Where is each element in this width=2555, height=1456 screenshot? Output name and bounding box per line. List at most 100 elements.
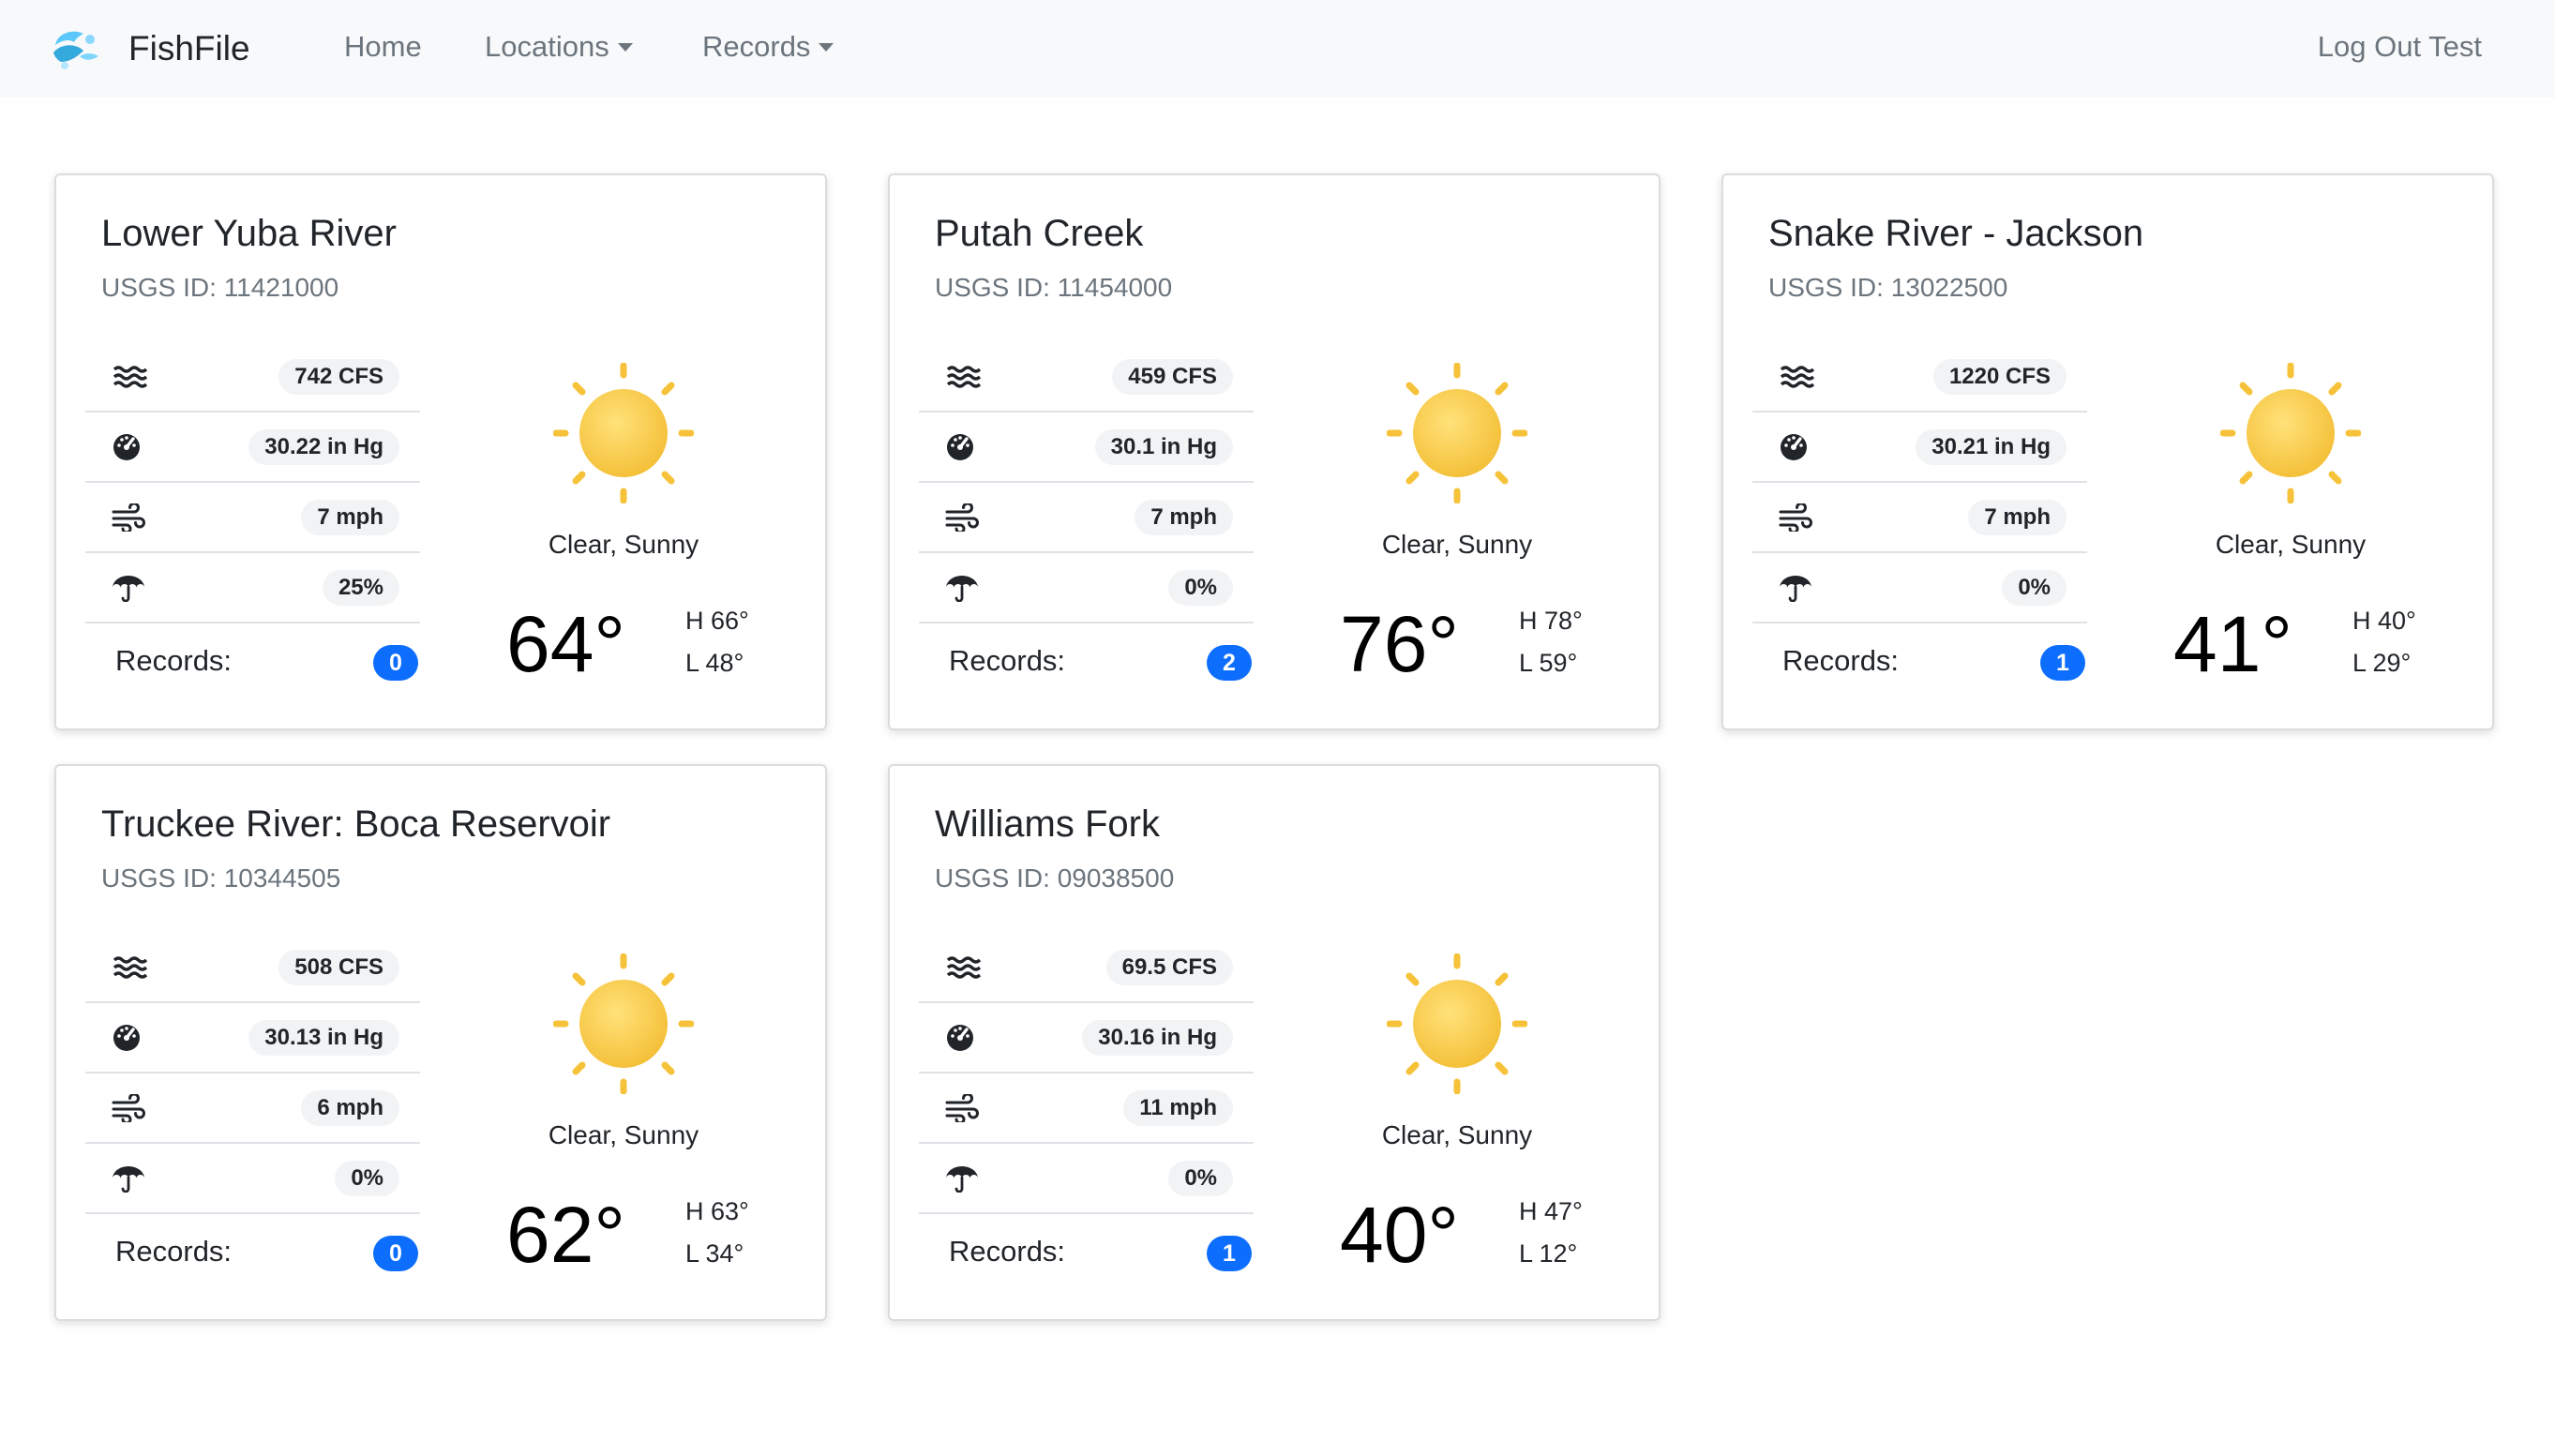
location-card[interactable]: Snake River - Jackson USGS ID: 13022500 …	[1721, 173, 2494, 730]
precip-value: 0%	[1168, 570, 1233, 606]
stat-row-wind: 7 mph	[85, 483, 420, 553]
records-count-badge[interactable]: 1	[1207, 1236, 1252, 1271]
flow-value: 508 CFS	[278, 950, 399, 985]
current-temperature: 64°	[506, 600, 626, 688]
wind-value: 7 mph	[1968, 500, 2067, 535]
stat-row-flow: 459 CFS	[919, 342, 1254, 413]
weather-condition: Clear, Sunny	[1381, 530, 1533, 559]
stat-row-pressure: 30.22 in Hg	[85, 413, 420, 483]
stat-row-precip: 0%	[919, 1144, 1254, 1214]
water-waves-icon	[946, 366, 982, 388]
navbar: FishFile Home Locations Records Log Out …	[0, 0, 2555, 98]
sun-icon	[1387, 363, 1527, 503]
nav-locations-dropdown[interactable]: Locations	[485, 0, 633, 98]
wind-value: 11 mph	[1123, 1090, 1233, 1126]
location-name[interactable]: Truckee River: Boca Reservoir	[101, 803, 610, 846]
usgs-id: USGS ID: 10344505	[101, 863, 341, 893]
stats-list: 69.5 CFS 30.16 in Hg 11 mph 0% Records: …	[919, 933, 1254, 1291]
pressure-value: 30.16 in Hg	[1082, 1020, 1233, 1056]
pressure-value: 30.1 in Hg	[1094, 429, 1233, 465]
stat-row-flow: 1220 CFS	[1752, 342, 2087, 413]
gauge-icon	[947, 434, 973, 460]
records-label: Records:	[949, 1235, 1066, 1268]
location-name[interactable]: Williams Fork	[935, 803, 1160, 846]
stats-list: 459 CFS 30.1 in Hg 7 mph 0% Records: 2	[919, 342, 1254, 700]
low-temperature: L 48°	[685, 649, 744, 677]
precip-value: 0%	[2002, 570, 2067, 606]
low-temperature: L 29°	[2352, 649, 2412, 677]
records-row: Records: 1	[919, 1214, 1254, 1291]
records-label: Records:	[115, 1235, 233, 1268]
wind-value: 7 mph	[1135, 500, 1233, 535]
stats-list: 1220 CFS 30.21 in Hg 7 mph 0% Records: 1	[1752, 342, 2087, 700]
brand-title[interactable]: FishFile	[128, 0, 250, 98]
pressure-value: 30.21 in Hg	[1916, 429, 2067, 465]
usgs-id: USGS ID: 11421000	[101, 273, 339, 302]
umbrella-icon	[946, 576, 978, 602]
nav-locations-label: Locations	[485, 30, 609, 63]
location-name[interactable]: Lower Yuba River	[101, 213, 397, 255]
precip-value: 0%	[1168, 1161, 1233, 1196]
water-waves-icon	[113, 366, 148, 388]
logout-link[interactable]: Log Out Test	[2318, 0, 2482, 98]
nav-records-dropdown[interactable]: Records	[702, 0, 834, 98]
records-label: Records:	[949, 644, 1066, 677]
gauge-icon	[947, 1025, 973, 1051]
location-name[interactable]: Snake River - Jackson	[1768, 213, 2143, 255]
usgs-id: USGS ID: 09038500	[935, 863, 1175, 893]
caret-down-icon	[617, 43, 633, 52]
nav-home[interactable]: Home	[344, 0, 422, 98]
current-temperature: 40°	[1340, 1191, 1460, 1279]
stat-row-flow: 742 CFS	[85, 342, 420, 413]
records-row: Records: 2	[919, 623, 1254, 700]
pressure-value: 30.22 in Hg	[248, 429, 399, 465]
stat-row-flow: 69.5 CFS	[919, 933, 1254, 1003]
location-card[interactable]: Lower Yuba River USGS ID: 11421000 742 C…	[54, 173, 827, 730]
high-temperature: H 66°	[685, 607, 749, 635]
fish-logo-icon[interactable]	[52, 24, 100, 73]
records-label: Records:	[115, 644, 233, 677]
nav-records-label: Records	[702, 30, 811, 63]
umbrella-icon	[946, 1166, 978, 1193]
gauge-icon	[113, 1025, 140, 1051]
records-count-badge[interactable]: 0	[373, 1236, 418, 1271]
sun-icon	[553, 953, 694, 1094]
wind-icon	[1779, 503, 1812, 532]
umbrella-icon	[1780, 576, 1811, 602]
records-row: Records: 0	[85, 1214, 420, 1291]
stats-list: 508 CFS 30.13 in Hg 6 mph 0% Records: 0	[85, 933, 420, 1291]
stat-row-precip: 0%	[85, 1144, 420, 1214]
stat-row-flow: 508 CFS	[85, 933, 420, 1003]
water-waves-icon	[113, 956, 148, 979]
weather-condition: Clear, Sunny	[1381, 1120, 1533, 1149]
sun-icon	[2220, 363, 2361, 503]
low-temperature: L 34°	[685, 1239, 744, 1268]
high-temperature: H 63°	[685, 1197, 749, 1225]
precip-value: 25%	[322, 570, 399, 606]
sun-icon	[1387, 953, 1527, 1094]
flow-value: 1220 CFS	[1932, 359, 2067, 395]
records-count-badge[interactable]: 1	[2040, 645, 2085, 681]
records-count-badge[interactable]: 2	[1207, 645, 1252, 681]
records-row: Records: 1	[1752, 623, 2087, 700]
gauge-icon	[1781, 434, 1807, 460]
high-temperature: H 78°	[1519, 607, 1583, 635]
umbrella-icon	[113, 576, 144, 602]
low-temperature: L 12°	[1519, 1239, 1578, 1268]
records-count-badge[interactable]: 0	[373, 645, 418, 681]
stat-row-wind: 7 mph	[1752, 483, 2087, 553]
location-card[interactable]: Truckee River: Boca Reservoir USGS ID: 1…	[54, 764, 827, 1321]
pressure-value: 30.13 in Hg	[248, 1020, 399, 1056]
location-card[interactable]: Putah Creek USGS ID: 11454000 459 CFS 30…	[888, 173, 1661, 730]
wind-icon	[112, 503, 145, 532]
stat-row-pressure: 30.16 in Hg	[919, 1003, 1254, 1073]
flow-value: 69.5 CFS	[1105, 950, 1233, 985]
location-card[interactable]: Williams Fork USGS ID: 09038500 69.5 CFS	[888, 764, 1661, 1321]
sun-icon	[553, 363, 694, 503]
location-name[interactable]: Putah Creek	[935, 213, 1143, 255]
umbrella-icon	[113, 1166, 144, 1193]
flow-value: 742 CFS	[278, 359, 399, 395]
records-label: Records:	[1782, 644, 1900, 677]
weather-condition: Clear, Sunny	[2215, 530, 2367, 559]
high-temperature: H 40°	[2352, 607, 2416, 635]
